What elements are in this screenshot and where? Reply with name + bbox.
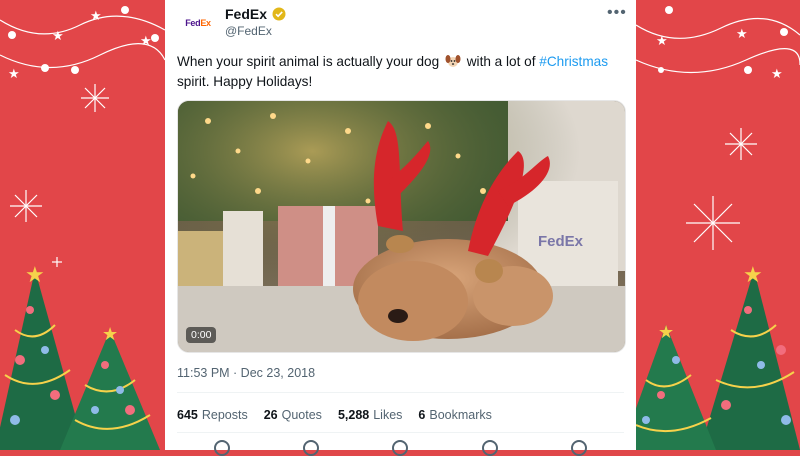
tweet-timestamp[interactable]: 11:53 PM · Dec 23, 2018 [177, 366, 315, 380]
svg-text:★: ★ [743, 262, 763, 287]
dog-face-emoji-icon [445, 54, 461, 68]
svg-text:★: ★ [658, 322, 674, 342]
svg-text:★: ★ [90, 8, 102, 23]
tweet-text-part: with a lot of [462, 54, 540, 69]
svg-text:★: ★ [8, 66, 20, 81]
tweet-text-part: When your spirit animal is actually your… [177, 54, 440, 69]
stat-bookmarks[interactable]: 6 Bookmarks [418, 408, 491, 422]
display-name[interactable]: FedEx [225, 6, 267, 22]
stat-quotes[interactable]: 26 Quotes [264, 408, 322, 422]
svg-text:★: ★ [656, 33, 668, 48]
divider [177, 392, 624, 393]
stat-reposts[interactable]: 645 Reposts [177, 408, 248, 422]
like-icon[interactable] [392, 440, 409, 456]
avatar[interactable]: FedEx [179, 4, 217, 42]
action-bar [177, 440, 624, 456]
engagement-stats: 645 Reposts 26 Quotes 5,288 Likes 6 Bookmark… [177, 408, 492, 422]
svg-text:★: ★ [102, 324, 118, 344]
stat-likes[interactable]: 5,288 Likes [338, 408, 402, 422]
repost-icon[interactable] [303, 440, 320, 456]
video-thumbnail: FedEx [178, 101, 625, 352]
svg-text:★: ★ [771, 66, 783, 81]
tweet-text-part: spirit. Happy Holidays! [177, 74, 313, 89]
left-christmas-decoration: ★ ★ ★ ★ ★ ★ [0, 0, 165, 450]
tweet-text: When your spirit animal is actually your… [177, 52, 617, 92]
author-row: FedEx [225, 6, 286, 22]
handle[interactable]: @FedEx [225, 24, 272, 38]
svg-text:★: ★ [25, 262, 45, 287]
video-player[interactable]: FedEx 0:00 [177, 100, 626, 353]
tweet-card: FedEx FedEx @FedEx ••• When your spirit … [165, 0, 636, 456]
right-christmas-decoration: ★ ★ ★ ★ ★ [636, 0, 800, 450]
bookmark-icon[interactable] [481, 440, 498, 456]
fedex-box-text: FedEx [538, 233, 584, 250]
divider [177, 432, 624, 433]
reply-icon[interactable] [213, 440, 230, 456]
svg-text:★: ★ [736, 26, 748, 41]
share-icon[interactable] [571, 440, 588, 456]
video-time-label: 0:00 [186, 327, 217, 343]
more-options-icon[interactable]: ••• [607, 4, 627, 22]
hashtag-link[interactable]: #Christmas [539, 54, 608, 69]
svg-text:★: ★ [140, 33, 152, 48]
fedex-logo: FedEx [185, 18, 211, 28]
verified-badge-icon [272, 7, 286, 21]
svg-text:★: ★ [52, 28, 64, 43]
